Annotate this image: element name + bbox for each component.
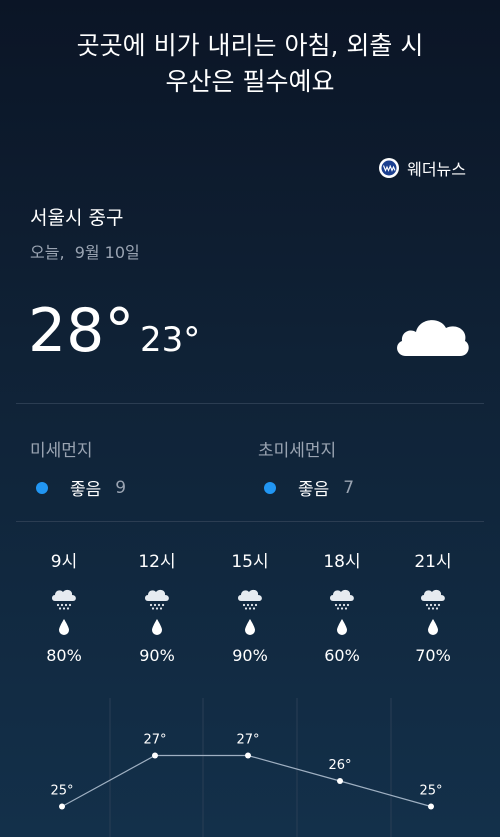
precipitation-percent: 60%: [324, 646, 360, 665]
ultrafine-dust-value: 7: [343, 477, 355, 498]
fine-dust-block: 미세먼지 좋음 9: [30, 436, 126, 500]
hour-time: 9시: [50, 552, 78, 572]
fine-dust-label: 미세먼지: [30, 441, 93, 461]
cloud-rain-icon: [236, 588, 264, 610]
cloud-rain-icon: [143, 588, 171, 610]
temperature-label: 25°: [419, 784, 442, 799]
source-credit[interactable]: 웨더뉴스: [379, 156, 466, 180]
fine-dust-status: 좋음: [70, 480, 102, 500]
temperature-label: 27°: [236, 733, 259, 748]
temperature-label: 27°: [143, 733, 166, 748]
hourly-forecast-item: 12시 90%: [117, 550, 197, 665]
ultrafine-dust-status-dot: [264, 481, 276, 494]
hourly-forecast-item: 15시 90%: [210, 550, 290, 665]
headline-line-1: 곳곳에 비가 내리는 아침, 외출 시: [76, 31, 424, 60]
hourly-forecast-item: 21시 70%: [393, 550, 473, 665]
divider-bottom: [16, 521, 484, 522]
hour-time: 21시: [414, 552, 452, 572]
ultrafine-dust-block: 초미세먼지 좋음 7: [258, 436, 354, 500]
temperature-line: [61, 754, 432, 808]
temperature-point: [337, 778, 343, 784]
headline: 곳곳에 비가 내리는 아침, 외출 시 우산은 필수예요: [0, 28, 500, 100]
source-name: 웨더뉴스: [407, 160, 466, 179]
fine-dust-status-dot: [36, 481, 48, 494]
hour-time: 15시: [231, 552, 269, 572]
hour-time: 18시: [323, 552, 361, 572]
precipitation-percent: 70%: [415, 646, 451, 665]
cloud-icon: [392, 310, 472, 362]
raindrop-icon: [244, 618, 256, 636]
precipitation-percent: 80%: [46, 646, 82, 665]
divider-top: [16, 403, 484, 404]
hour-time: 12시: [138, 552, 176, 572]
raindrop-icon: [336, 618, 348, 636]
headline-line-2: 우산은 필수예요: [165, 67, 335, 96]
temperature-point: [152, 752, 158, 759]
cloud-rain-icon: [328, 588, 356, 610]
temperature-point: [245, 752, 251, 759]
temperature-label: 26°: [328, 758, 351, 773]
temperature-point: [428, 803, 434, 810]
temperature-low: 23°: [140, 320, 201, 360]
ultrafine-dust-status: 좋음: [298, 480, 330, 500]
raindrop-icon: [427, 618, 439, 636]
temperature-high: 28°: [28, 296, 135, 366]
ultrafine-dust-label: 초미세먼지: [258, 441, 337, 461]
date-label: 오늘, 9월 10일: [30, 243, 140, 262]
weathernews-logo-icon: [379, 158, 400, 178]
precipitation-percent: 90%: [232, 646, 268, 665]
location-name: 서울시 중구: [30, 207, 124, 229]
precipitation-percent: 90%: [139, 646, 175, 665]
temperature-point: [59, 803, 65, 810]
hourly-forecast-item: 18시 60%: [302, 550, 382, 665]
raindrop-icon: [151, 618, 163, 636]
cloud-rain-icon: [419, 588, 447, 610]
temperature-chart: 25° 27° 27° 26° 25°: [50, 698, 443, 837]
hourly-forecast-item: 9시 80%: [24, 550, 104, 665]
raindrop-icon: [58, 618, 70, 636]
temperature-label: 25°: [50, 784, 73, 799]
fine-dust-value: 9: [115, 477, 127, 498]
cloud-rain-icon: [50, 588, 78, 610]
